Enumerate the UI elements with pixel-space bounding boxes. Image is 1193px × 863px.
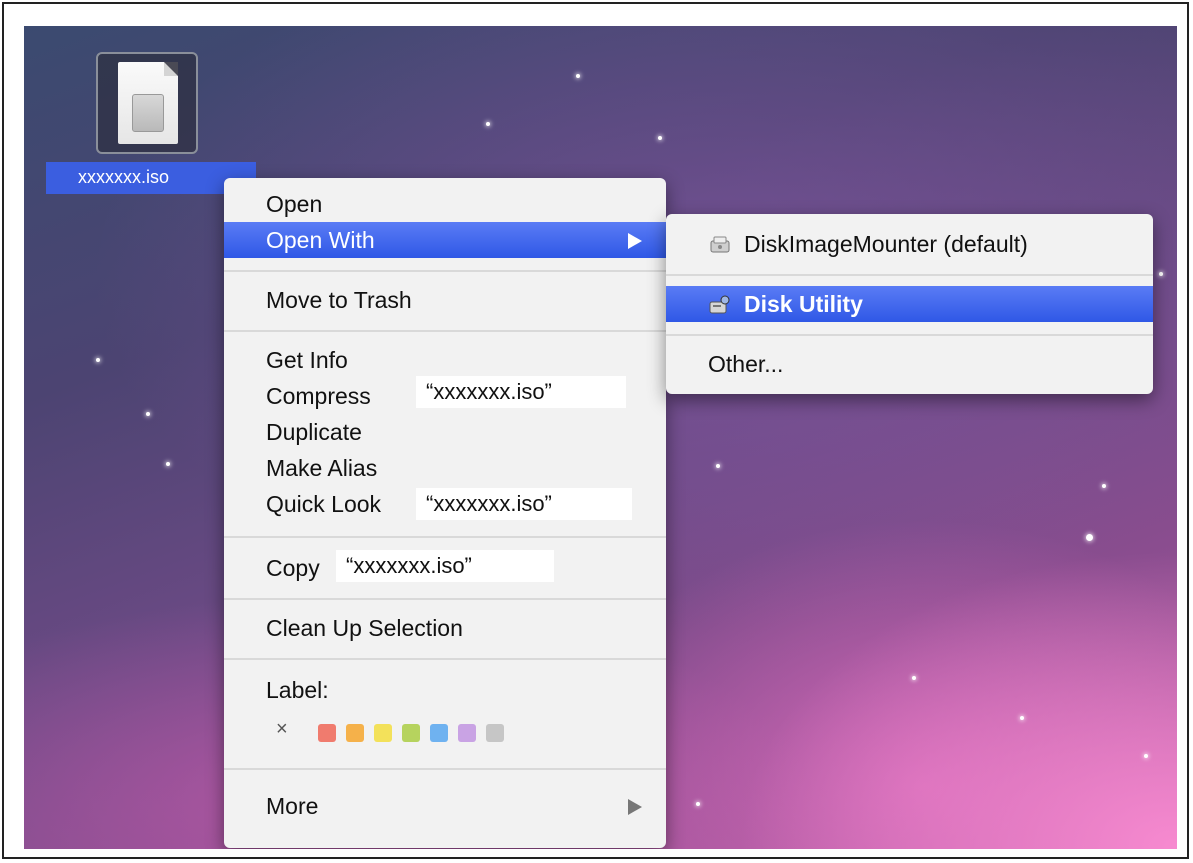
menu-item-move-to-trash[interactable]: Move to Trash xyxy=(224,282,666,318)
star xyxy=(1020,716,1024,720)
context-menu: Open Open With Move to Trash Get Info Co… xyxy=(224,178,666,848)
quick-look-target-label: “xxxxxxx.iso” xyxy=(416,488,632,520)
menu-separator xyxy=(224,658,666,660)
menu-item-quick-look-label: Quick Look xyxy=(266,491,382,517)
label-heading-text: Label: xyxy=(266,677,329,703)
menu-item-clean-up-selection[interactable]: Clean Up Selection xyxy=(224,610,666,646)
label-heading: Label: xyxy=(224,672,666,708)
label-swatch-blue[interactable] xyxy=(430,724,448,742)
label-swatch-green[interactable] xyxy=(402,724,420,742)
star xyxy=(486,122,490,126)
screenshot-frame: xxxxxxx.iso Open Open With Move to Trash… xyxy=(2,2,1189,859)
menu-separator xyxy=(224,536,666,538)
menu-separator xyxy=(224,270,666,272)
file-name: xxxxxxx.iso xyxy=(78,167,170,187)
copy-target-label: “xxxxxxx.iso” xyxy=(336,550,554,582)
star xyxy=(576,74,580,78)
menu-item-make-alias-label: Make Alias xyxy=(266,455,378,481)
menu-separator xyxy=(666,274,1153,276)
label-swatch-gray[interactable] xyxy=(486,724,504,742)
menu-item-more[interactable]: More xyxy=(224,788,666,824)
star xyxy=(912,676,916,680)
label-swatch-red[interactable] xyxy=(318,724,336,742)
star xyxy=(1144,754,1148,758)
label-swatch-orange[interactable] xyxy=(346,724,364,742)
menu-item-open-with[interactable]: Open With xyxy=(224,222,666,258)
menu-item-open-label: Open xyxy=(266,191,323,217)
menu-item-make-alias[interactable]: Make Alias xyxy=(224,450,666,486)
menu-separator xyxy=(666,334,1153,336)
menu-item-move-to-trash-label: Move to Trash xyxy=(266,287,412,313)
label-swatch-purple[interactable] xyxy=(458,724,476,742)
star xyxy=(146,412,150,416)
menu-item-clean-up-selection-label: Clean Up Selection xyxy=(266,615,463,641)
menu-item-compress-label: Compress xyxy=(266,383,371,409)
star xyxy=(1159,272,1163,276)
star xyxy=(696,802,700,806)
menu-separator xyxy=(224,330,666,332)
star xyxy=(1086,534,1093,541)
submenu-item-disk-utility[interactable]: Disk Utility xyxy=(666,286,1153,322)
menu-separator xyxy=(224,768,666,770)
submenu-arrow-icon xyxy=(628,233,642,249)
submenu-item-diskimagemounter[interactable]: DiskImageMounter (default) xyxy=(666,226,1153,262)
star xyxy=(1102,484,1106,488)
desktop: xxxxxxx.iso Open Open With Move to Trash… xyxy=(24,26,1177,849)
submenu-arrow-icon xyxy=(628,799,642,815)
compress-target-label: “xxxxxxx.iso” xyxy=(416,376,626,408)
menu-item-open[interactable]: Open xyxy=(224,186,666,222)
label-clear-icon[interactable]: × xyxy=(276,718,288,741)
hard-drive-icon xyxy=(132,94,164,132)
menu-item-duplicate[interactable]: Duplicate xyxy=(224,414,666,450)
label-swatch-yellow[interactable] xyxy=(374,724,392,742)
star xyxy=(658,136,662,140)
submenu-item-other[interactable]: Other... xyxy=(666,346,1153,382)
disk-image-file-icon xyxy=(118,62,178,144)
menu-item-copy-label: Copy xyxy=(266,555,320,581)
menu-item-open-with-label: Open With xyxy=(266,227,375,253)
menu-item-get-info-label: Get Info xyxy=(266,347,348,373)
submenu-item-disk-utility-label: Disk Utility xyxy=(744,291,863,317)
submenu-item-other-label: Other... xyxy=(708,351,784,377)
disk-utility-icon xyxy=(709,295,730,314)
star xyxy=(716,464,720,468)
star xyxy=(166,462,170,466)
menu-item-duplicate-label: Duplicate xyxy=(266,419,362,445)
file-icon[interactable] xyxy=(96,52,198,154)
menu-separator xyxy=(224,598,666,600)
open-with-submenu: DiskImageMounter (default) Disk Utility … xyxy=(666,214,1153,394)
star xyxy=(96,358,100,362)
menu-item-more-label: More xyxy=(266,793,319,819)
diskimagemounter-icon xyxy=(710,236,730,253)
menu-item-get-info[interactable]: Get Info xyxy=(224,342,666,378)
submenu-item-diskimagemounter-label: DiskImageMounter (default) xyxy=(744,231,1028,257)
